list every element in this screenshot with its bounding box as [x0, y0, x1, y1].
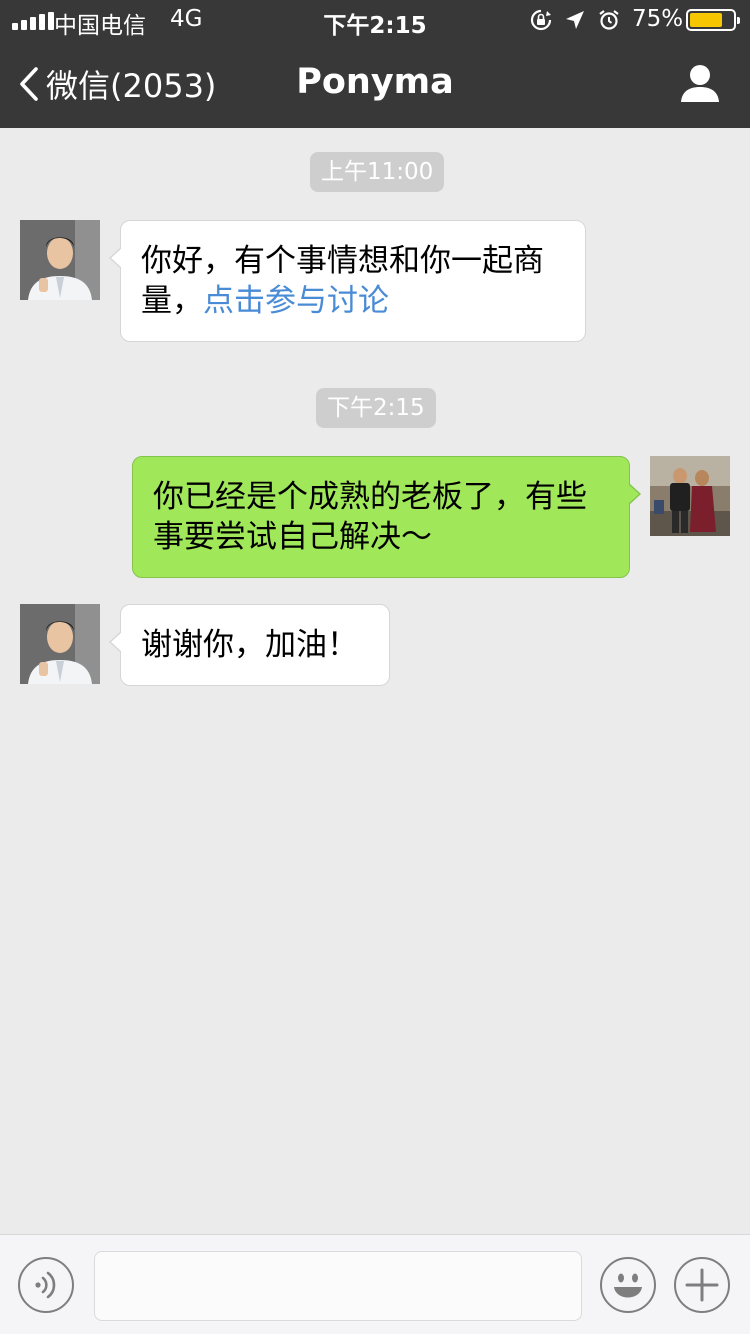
chat-title: Ponyma	[296, 62, 454, 102]
ponyma-avatar[interactable]	[20, 604, 100, 684]
input-bar	[0, 1234, 750, 1334]
discussion-link[interactable]: 点击参与讨论	[203, 283, 389, 319]
emoji-button[interactable]	[600, 1257, 656, 1313]
message-timestamp: 上午11:00	[310, 152, 445, 192]
chat-info-button[interactable]	[678, 64, 722, 104]
message-timestamp: 下午2:15	[316, 388, 436, 428]
emoji-icon	[614, 1273, 642, 1298]
status-bar: 中国电信 4G 下午2:15 75%	[0, 0, 750, 40]
top-bar: 中国电信 4G 下午2:15 75% 微信(2053) Ponyma	[0, 0, 750, 128]
message-input[interactable]	[94, 1251, 582, 1321]
battery-percent: 75%	[632, 6, 684, 32]
more-button[interactable]	[674, 1257, 730, 1313]
alarm-clock-icon	[596, 8, 622, 32]
message-text: 你已经是个成熟的老板了，有些事要尝试自己解决～	[153, 479, 587, 555]
received-message: 谢谢你，加油！	[109, 604, 390, 686]
voice-icon	[35, 1271, 56, 1299]
nav-bar: 微信(2053) Ponyma	[0, 40, 750, 128]
battery-icon	[686, 9, 740, 31]
location-arrow-icon	[562, 8, 588, 32]
received-message: 你好，有个事情想和你一起商量，点击参与讨论	[109, 220, 586, 342]
plus-icon	[685, 1268, 719, 1302]
person-icon	[681, 65, 719, 102]
orientation-lock-icon	[528, 8, 554, 32]
message-text: 谢谢你，加油！	[141, 627, 358, 663]
ponyma-avatar[interactable]	[20, 220, 100, 300]
voice-button[interactable]	[18, 1257, 74, 1313]
status-icons	[528, 8, 622, 32]
my-avatar[interactable]	[650, 456, 730, 536]
sent-message: 你已经是个成熟的老板了，有些事要尝试自己解决～	[132, 456, 641, 578]
